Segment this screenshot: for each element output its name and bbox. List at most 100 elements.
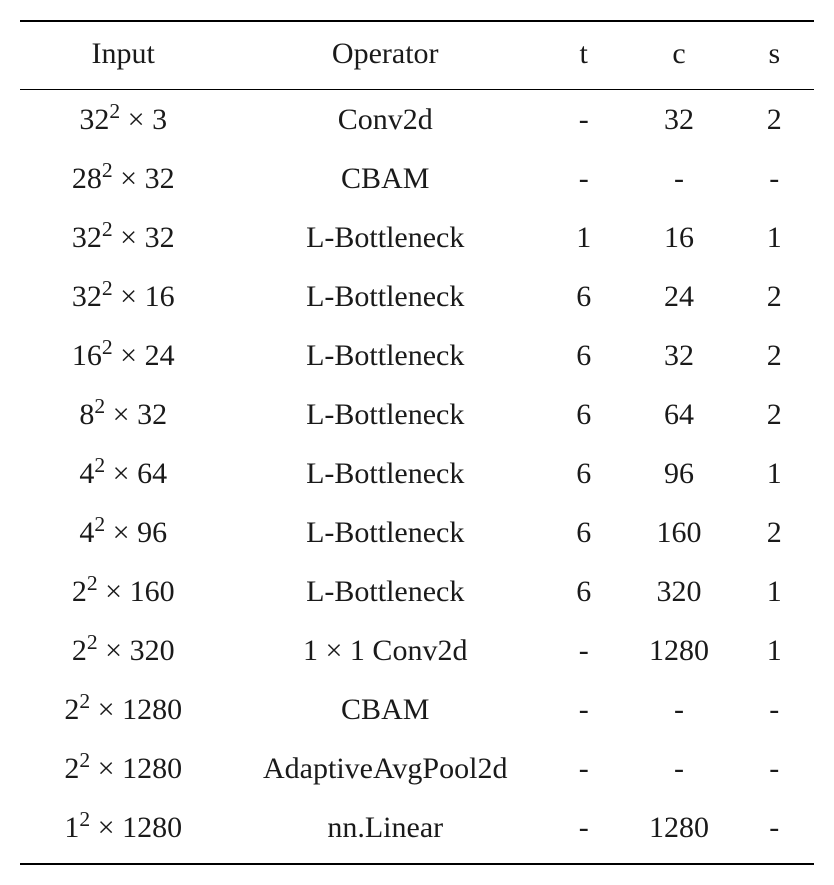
cell-t: - bbox=[544, 149, 623, 208]
input-base: 16 bbox=[72, 339, 102, 372]
cell-operator: L-Bottleneck bbox=[226, 503, 544, 562]
cell-input: 42 × 64 bbox=[20, 444, 226, 503]
cell-t: - bbox=[544, 621, 623, 680]
input-suffix: × 1280 bbox=[90, 811, 182, 844]
col-header-input: Input bbox=[20, 21, 226, 90]
cell-t: - bbox=[544, 798, 623, 864]
cell-t: 6 bbox=[544, 444, 623, 503]
table-row: 82 × 32L-Bottleneck6642 bbox=[20, 385, 814, 444]
cell-input: 162 × 24 bbox=[20, 326, 226, 385]
input-exponent: 2 bbox=[102, 276, 113, 300]
cell-input: 22 × 1280 bbox=[20, 680, 226, 739]
input-base: 2 bbox=[72, 634, 87, 667]
cell-operator: L-Bottleneck bbox=[226, 267, 544, 326]
cell-operator: L-Bottleneck bbox=[226, 444, 544, 503]
cell-c: - bbox=[623, 739, 734, 798]
cell-c: 1280 bbox=[623, 798, 734, 864]
table-row: 22 × 1280CBAM--- bbox=[20, 680, 814, 739]
table-row: 322 × 32L-Bottleneck1161 bbox=[20, 208, 814, 267]
cell-operator: L-Bottleneck bbox=[226, 385, 544, 444]
table-body: 322 × 3Conv2d-322282 × 32CBAM---322 × 32… bbox=[20, 90, 814, 865]
table-row: 22 × 3201 × 1 Conv2d-12801 bbox=[20, 621, 814, 680]
cell-c: 96 bbox=[623, 444, 734, 503]
cell-t: 6 bbox=[544, 326, 623, 385]
cell-s: - bbox=[735, 739, 814, 798]
cell-t: 6 bbox=[544, 562, 623, 621]
col-header-c: c bbox=[623, 21, 734, 90]
input-exponent: 2 bbox=[79, 748, 90, 772]
input-base: 2 bbox=[64, 752, 79, 785]
input-exponent: 2 bbox=[94, 394, 105, 418]
cell-input: 282 × 32 bbox=[20, 149, 226, 208]
cell-c: 160 bbox=[623, 503, 734, 562]
input-suffix: × 1280 bbox=[90, 752, 182, 785]
cell-c: 32 bbox=[623, 326, 734, 385]
cell-operator: AdaptiveAvgPool2d bbox=[226, 739, 544, 798]
input-base: 32 bbox=[72, 280, 102, 313]
cell-t: 6 bbox=[544, 267, 623, 326]
cell-operator: L-Bottleneck bbox=[226, 208, 544, 267]
cell-c: - bbox=[623, 149, 734, 208]
input-exponent: 2 bbox=[79, 807, 90, 831]
input-base: 2 bbox=[64, 693, 79, 726]
col-header-operator: Operator bbox=[226, 21, 544, 90]
input-suffix: × 16 bbox=[113, 280, 175, 313]
table-row: 42 × 96L-Bottleneck61602 bbox=[20, 503, 814, 562]
input-exponent: 2 bbox=[102, 217, 113, 241]
cell-input: 12 × 1280 bbox=[20, 798, 226, 864]
input-base: 8 bbox=[79, 398, 94, 431]
input-suffix: × 64 bbox=[105, 457, 167, 490]
table-row: 42 × 64L-Bottleneck6961 bbox=[20, 444, 814, 503]
cell-operator: L-Bottleneck bbox=[226, 562, 544, 621]
input-suffix: × 32 bbox=[113, 221, 175, 254]
cell-t: 6 bbox=[544, 503, 623, 562]
cell-s: 2 bbox=[735, 503, 814, 562]
cell-input: 322 × 3 bbox=[20, 90, 226, 150]
input-base: 4 bbox=[79, 457, 94, 490]
cell-c: - bbox=[623, 680, 734, 739]
table-row: 162 × 24L-Bottleneck6322 bbox=[20, 326, 814, 385]
input-suffix: × 24 bbox=[113, 339, 175, 372]
cell-t: 1 bbox=[544, 208, 623, 267]
cell-input: 22 × 1280 bbox=[20, 739, 226, 798]
input-base: 2 bbox=[72, 575, 87, 608]
table-row: 22 × 1280AdaptiveAvgPool2d--- bbox=[20, 739, 814, 798]
cell-input: 322 × 16 bbox=[20, 267, 226, 326]
table-row: 12 × 1280nn.Linear-1280- bbox=[20, 798, 814, 864]
input-suffix: × 320 bbox=[98, 634, 175, 667]
table-row: 322 × 16L-Bottleneck6242 bbox=[20, 267, 814, 326]
input-suffix: × 32 bbox=[113, 162, 175, 195]
cell-c: 320 bbox=[623, 562, 734, 621]
cell-c: 32 bbox=[623, 90, 734, 150]
cell-operator: 1 × 1 Conv2d bbox=[226, 621, 544, 680]
cell-c: 1280 bbox=[623, 621, 734, 680]
cell-operator: CBAM bbox=[226, 149, 544, 208]
cell-operator: L-Bottleneck bbox=[226, 326, 544, 385]
architecture-table: Input Operator t c s 322 × 3Conv2d-32228… bbox=[20, 20, 814, 865]
input-base: 1 bbox=[64, 811, 79, 844]
cell-s: 1 bbox=[735, 208, 814, 267]
input-suffix: × 3 bbox=[120, 103, 167, 136]
input-exponent: 2 bbox=[102, 158, 113, 182]
table-row: 22 × 160L-Bottleneck63201 bbox=[20, 562, 814, 621]
col-header-s: s bbox=[735, 21, 814, 90]
input-exponent: 2 bbox=[87, 630, 98, 654]
cell-s: - bbox=[735, 798, 814, 864]
cell-c: 24 bbox=[623, 267, 734, 326]
cell-input: 22 × 320 bbox=[20, 621, 226, 680]
cell-t: - bbox=[544, 90, 623, 150]
cell-s: 2 bbox=[735, 385, 814, 444]
cell-s: 1 bbox=[735, 444, 814, 503]
cell-input: 22 × 160 bbox=[20, 562, 226, 621]
input-suffix: × 96 bbox=[105, 516, 167, 549]
cell-s: 2 bbox=[735, 267, 814, 326]
table: Input Operator t c s 322 × 3Conv2d-32228… bbox=[20, 20, 814, 865]
table-header-row: Input Operator t c s bbox=[20, 21, 814, 90]
cell-input: 82 × 32 bbox=[20, 385, 226, 444]
cell-operator: Conv2d bbox=[226, 90, 544, 150]
input-suffix: × 32 bbox=[105, 398, 167, 431]
input-base: 32 bbox=[72, 221, 102, 254]
input-base: 28 bbox=[72, 162, 102, 195]
cell-s: 1 bbox=[735, 562, 814, 621]
cell-s: - bbox=[735, 680, 814, 739]
